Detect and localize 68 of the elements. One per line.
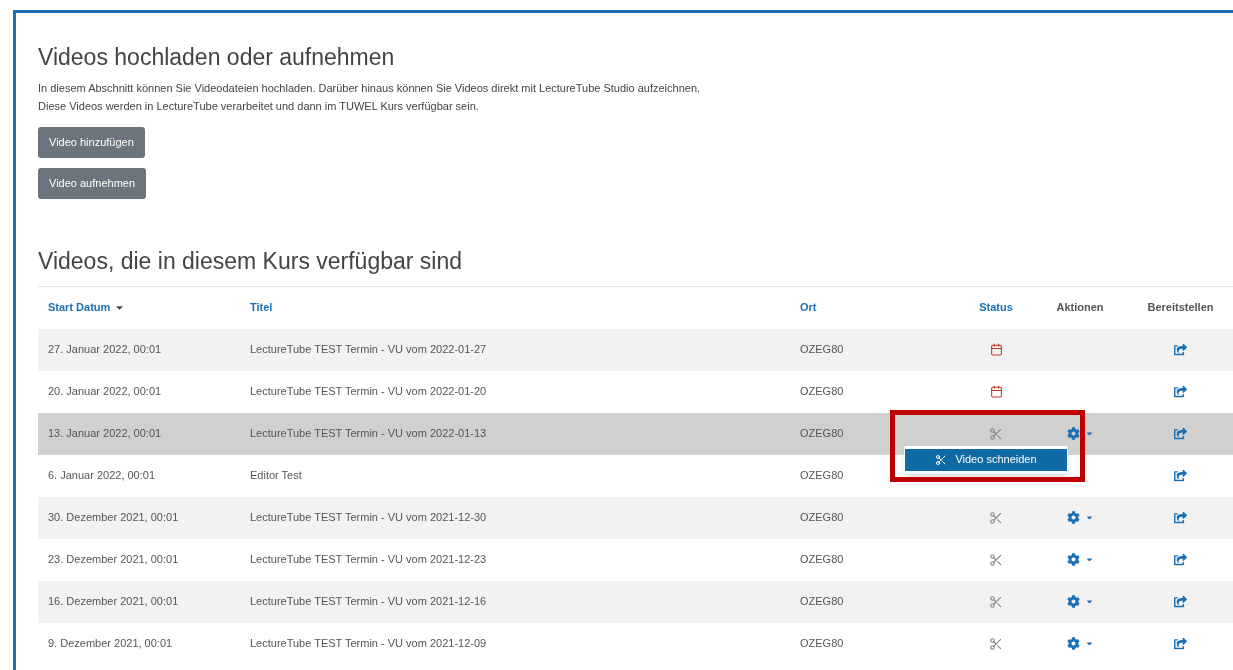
scissors-icon [989, 594, 1003, 609]
video-action-button[interactable]: Video hinzufügen [38, 126, 145, 158]
location-cell: OZEG80 [800, 595, 844, 608]
calendar-icon [989, 343, 1003, 356]
share-icon[interactable] [1174, 427, 1187, 440]
section-title: Videos hochladen oder aufnehmen [38, 43, 396, 72]
share-icon[interactable] [1174, 469, 1187, 482]
caret-icon [1084, 513, 1094, 522]
date-cell: 16. Dezember 2021, 00:01 [48, 595, 179, 608]
location-cell: OZEG80 [800, 637, 844, 650]
date-cell: 6. Januar 2022, 00:01 [48, 469, 156, 482]
gear-icon [1066, 427, 1080, 440]
location-cell: OZEG80 [800, 553, 844, 566]
caret-icon [1084, 429, 1094, 438]
location-cell: OZEG80 [800, 385, 844, 398]
location-cell: OZEG80 [800, 511, 844, 524]
actions-menu-button[interactable] [1066, 595, 1094, 608]
column-header: Aktionen [1056, 300, 1104, 316]
date-cell: 9. Dezember 2021, 00:01 [48, 637, 173, 650]
actions-menu-button[interactable] [1066, 553, 1094, 566]
section-title: Videos, die in diesem Kurs verfügbar sind [38, 246, 464, 276]
gear-icon [1066, 511, 1080, 524]
column-header[interactable]: Start Datum [48, 299, 126, 316]
scissors-icon [935, 453, 948, 466]
scissors-icon [989, 510, 1003, 525]
title-cell: LectureTube TEST Termin - VU vom 2021-12-30 [250, 511, 487, 524]
share-icon[interactable] [1174, 637, 1187, 650]
location-cell: OZEG80 [800, 343, 844, 356]
calendar-icon [989, 385, 1003, 398]
column-header[interactable]: Titel [250, 299, 273, 316]
menu-item[interactable]: Video schneiden [905, 448, 1067, 471]
title-cell: LectureTube TEST Termin - VU vom 2021-12-16 [250, 595, 487, 608]
caret-icon [1084, 597, 1094, 606]
title-cell: LectureTube TEST Termin - VU vom 2022-01-27 [250, 343, 487, 356]
column-header[interactable]: Status [979, 299, 1013, 316]
description-text: In diesem Abschnitt können Sie Videodateien hochladen. Darüber hinaus können Sie Videos direkt mit LectureTube Studio aufzeichnen. [38, 80, 702, 96]
column-header: Bereitstellen [1147, 300, 1214, 316]
scissors-icon [989, 636, 1003, 651]
gear-icon [1066, 553, 1080, 566]
date-cell: 30. Dezember 2021, 00:01 [48, 511, 179, 524]
share-icon[interactable] [1174, 511, 1187, 524]
title-cell: LectureTube TEST Termin - VU vom 2022-01-20 [250, 385, 487, 398]
location-cell: OZEG80 [800, 427, 844, 440]
location-cell: OZEG80 [800, 469, 844, 482]
date-cell: 20. Januar 2022, 00:01 [48, 385, 162, 398]
title-cell: LectureTube TEST Termin - VU vom 2021-12-09 [250, 637, 487, 650]
title-cell: Editor Test [250, 469, 302, 482]
date-cell: 27. Januar 2022, 00:01 [48, 343, 162, 356]
date-cell: 23. Dezember 2021, 00:01 [48, 553, 179, 566]
video-action-button[interactable]: Video aufnehmen [38, 167, 147, 199]
column-header[interactable]: Ort [800, 299, 817, 316]
description-text: Diese Videos werden in LectureTube verarbeitet und dann im TUWEL Kurs verfügbar sein. [38, 98, 480, 114]
scissors-icon [989, 426, 1003, 441]
share-icon[interactable] [1174, 595, 1187, 608]
caret-icon [1084, 555, 1094, 564]
share-icon[interactable] [1174, 343, 1187, 356]
date-cell: 13. Januar 2022, 00:01 [48, 427, 162, 440]
title-cell: LectureTube TEST Termin - VU vom 2022-01-13 [250, 427, 487, 440]
actions-menu-button[interactable] [1066, 511, 1094, 524]
caret-icon [1084, 639, 1094, 648]
share-icon[interactable] [1174, 385, 1187, 398]
actions-menu-button[interactable] [1066, 427, 1094, 440]
title-cell: LectureTube TEST Termin - VU vom 2021-12-23 [250, 553, 487, 566]
share-icon[interactable] [1174, 553, 1187, 566]
gear-icon [1066, 637, 1080, 650]
actions-menu-button[interactable] [1066, 637, 1094, 650]
gear-icon [1066, 595, 1080, 608]
scissors-icon [989, 552, 1003, 567]
